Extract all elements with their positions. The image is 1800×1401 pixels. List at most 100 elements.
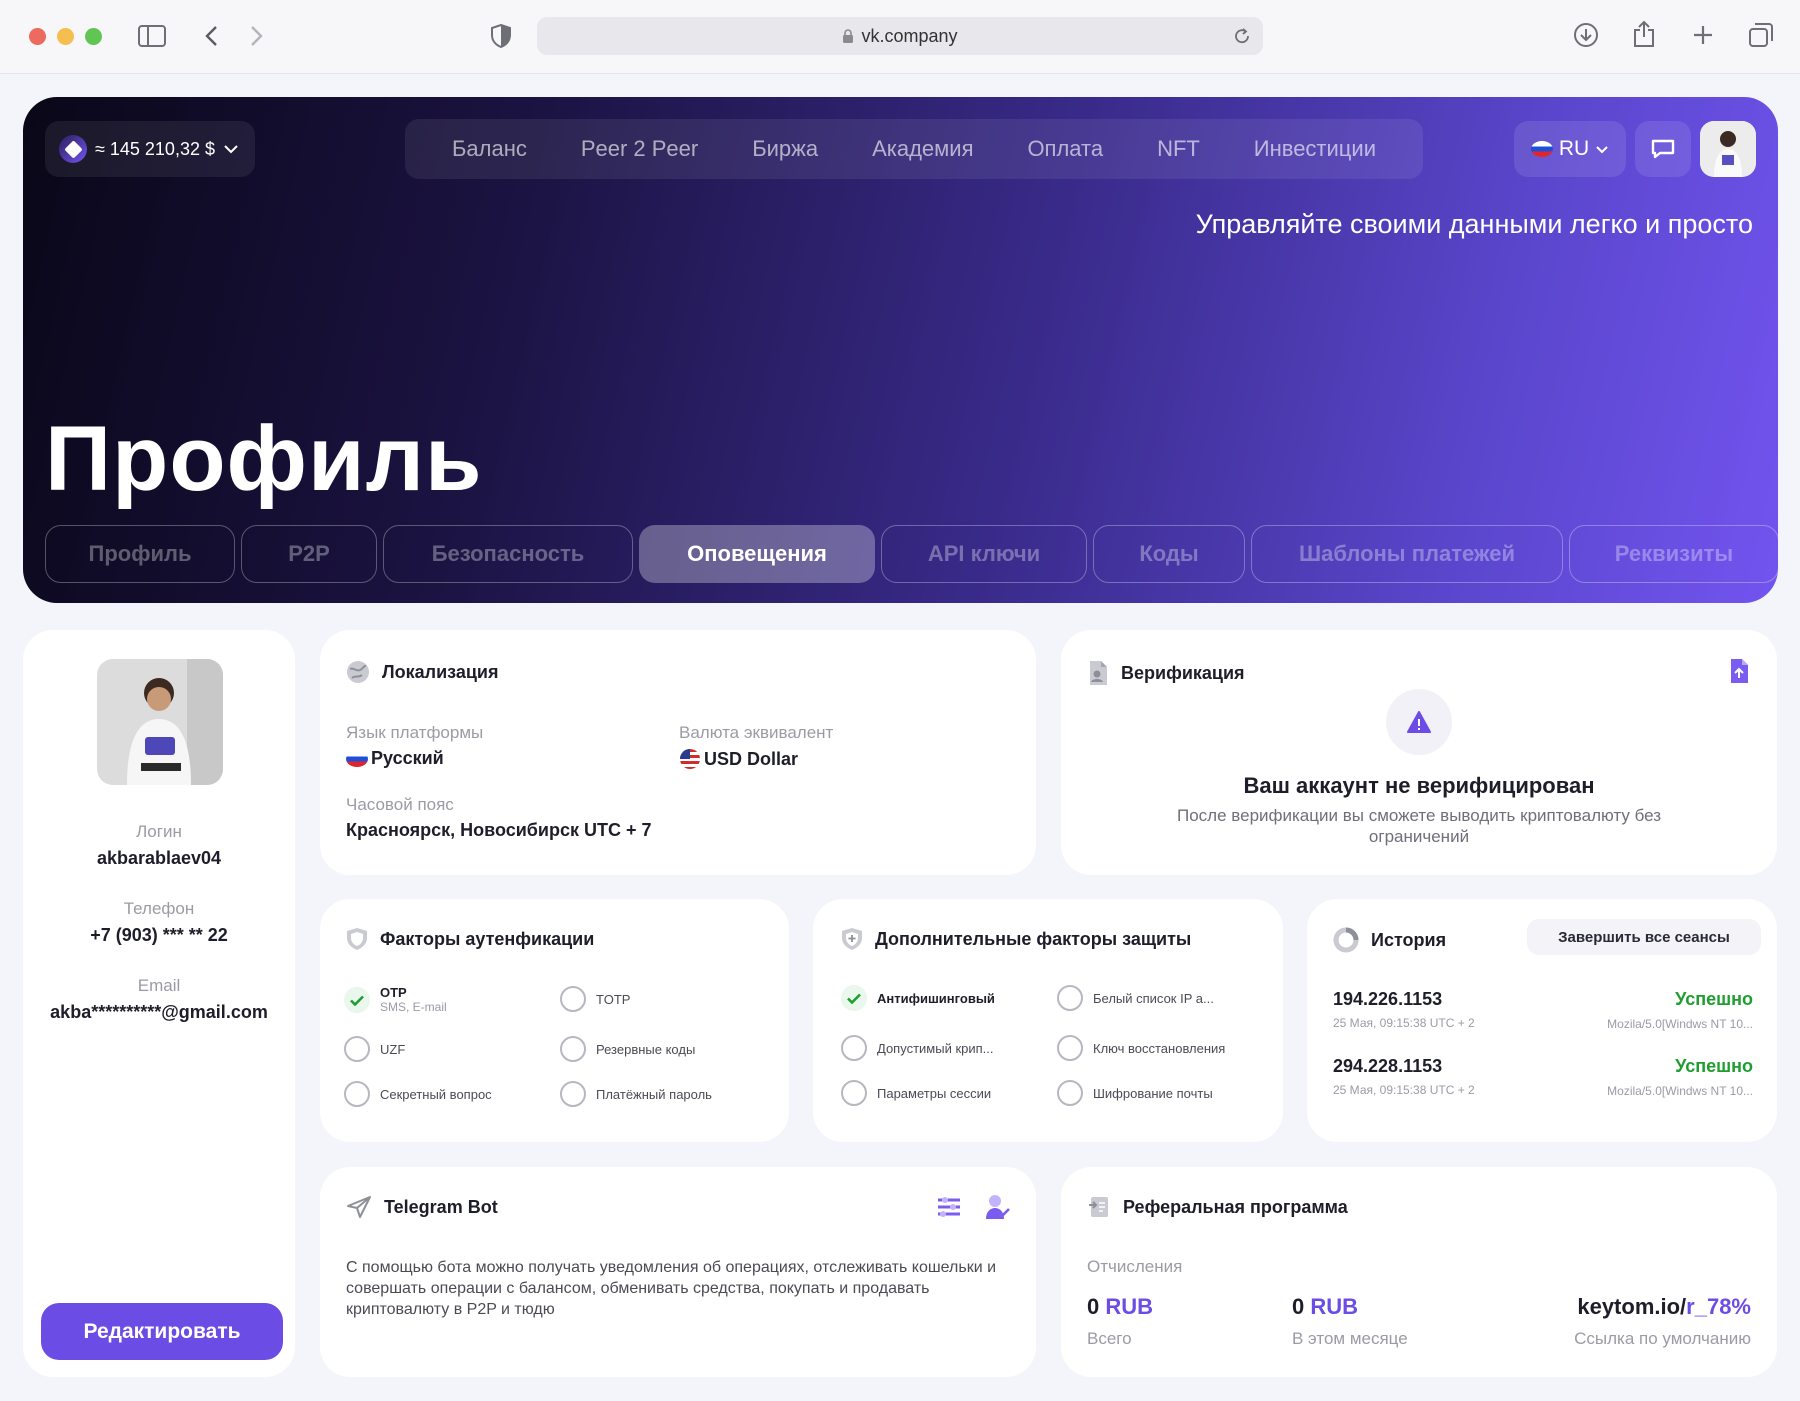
platform-language-select[interactable]: Русский xyxy=(346,748,444,769)
referral-title: Реферальная программа xyxy=(1123,1196,1348,1217)
history-icon xyxy=(1333,927,1359,953)
factor-session-params[interactable]: Параметры сессии xyxy=(841,1080,991,1106)
nav-item-payment[interactable]: Оплата xyxy=(1027,136,1103,162)
factor-allowed-crypto[interactable]: Допустимый крип... xyxy=(841,1035,994,1061)
upload-document-icon[interactable] xyxy=(1729,658,1749,684)
factor-payment-password[interactable]: Платёжный пароль xyxy=(560,1081,712,1107)
month-label: В этом месяце xyxy=(1292,1329,1408,1348)
factor-otp[interactable]: OTP SMS, E-mail xyxy=(344,985,447,1015)
profile-photo xyxy=(97,659,223,785)
radio-icon xyxy=(1057,985,1083,1011)
end-all-sessions-button[interactable]: Завершить все сеансы xyxy=(1527,919,1761,955)
tab-profile[interactable]: Профиль xyxy=(45,525,235,583)
total-label: Всего xyxy=(1087,1329,1132,1348)
factor-backup-codes[interactable]: Резервные коды xyxy=(560,1036,695,1062)
reload-icon[interactable] xyxy=(1233,27,1251,45)
user-check-icon[interactable] xyxy=(984,1193,1010,1221)
send-icon xyxy=(347,1196,371,1218)
globe-icon xyxy=(347,661,369,683)
address-bar[interactable]: vk.company xyxy=(537,17,1263,55)
tab-notifications[interactable]: Оповещения xyxy=(639,525,875,583)
flag-ru-icon xyxy=(346,750,368,767)
email-label: Email xyxy=(137,976,181,995)
tab-codes[interactable]: Коды xyxy=(1093,525,1245,583)
tab-p2p[interactable]: P2P xyxy=(241,525,377,583)
back-icon[interactable] xyxy=(204,25,218,47)
flag-us-icon xyxy=(680,749,700,769)
url-text: vk.company xyxy=(861,25,958,46)
new-tab-icon[interactable] xyxy=(1692,24,1714,46)
phone-label: Телефон xyxy=(123,899,195,918)
referral-icon xyxy=(1089,1197,1108,1217)
factor-recovery-key[interactable]: Ключ восстановления xyxy=(1057,1035,1225,1061)
nav-item-nft[interactable]: NFT xyxy=(1157,136,1200,162)
minimize-window-button[interactable] xyxy=(57,28,74,45)
chat-button[interactable] xyxy=(1635,121,1691,177)
factor-totp[interactable]: TOTP xyxy=(560,986,630,1012)
factor-ip-whitelist[interactable]: Белый список IP а... xyxy=(1057,985,1214,1011)
total-amount-value: 0 xyxy=(1087,1294,1100,1319)
auth-factors-card: Факторы аутенфикации OTP SMS, E-mail TOTP… xyxy=(320,899,789,1142)
radio-icon xyxy=(841,1080,867,1106)
zoom-window-button[interactable] xyxy=(85,28,102,45)
currency-value: USD Dollar xyxy=(704,748,799,769)
downloads-icon[interactable] xyxy=(1573,22,1599,48)
radio-icon xyxy=(841,1035,867,1061)
factor-antiphishing[interactable]: Антифишинговый xyxy=(841,985,995,1011)
browser-toolbar: vk.company xyxy=(0,0,1800,74)
nav-item-p2p[interactable]: Peer 2 Peer xyxy=(581,136,698,162)
language-selector[interactable]: RU xyxy=(1514,121,1626,177)
factor-secret-question[interactable]: Секретный вопрос xyxy=(344,1081,492,1107)
currency-select[interactable]: USD Dollar xyxy=(679,748,798,770)
document-icon xyxy=(1090,661,1107,685)
platform-language-label: Язык платформы xyxy=(346,723,484,742)
factor-uzf[interactable]: UZF xyxy=(344,1036,405,1062)
factor-payment-label: Платёжный пароль xyxy=(596,1086,712,1102)
nav-item-investments[interactable]: Инвестиции xyxy=(1254,136,1376,162)
wallet-balance: ≈ 145 210,32 $ xyxy=(95,138,215,159)
history-ip: 294.228.1153 xyxy=(1333,1056,1443,1076)
wallet-balance-selector[interactable]: ≈ 145 210,32 $ xyxy=(45,121,255,177)
tab-api-keys[interactable]: API ключи xyxy=(881,525,1087,583)
share-icon[interactable] xyxy=(1632,20,1656,48)
total-amount: 0 RUB xyxy=(1087,1294,1153,1320)
hero-banner: ≈ 145 210,32 $ Баланс Peer 2 Peer Биржа … xyxy=(23,97,1778,603)
user-avatar[interactable] xyxy=(1700,121,1756,177)
wallet-coin-icon xyxy=(59,135,87,163)
tab-overview-icon[interactable] xyxy=(1748,22,1774,48)
referral-link[interactable]: keytom.io/r_78% xyxy=(1577,1294,1751,1320)
login-label: Логин xyxy=(136,822,182,841)
phone-value: +7 (903) *** ** 22 xyxy=(90,925,228,945)
tab-requisites[interactable]: Реквизиты xyxy=(1569,525,1778,583)
factor-otp-text: OTP SMS, E-mail xyxy=(380,985,447,1015)
check-icon xyxy=(344,987,370,1013)
settings-sliders-icon[interactable] xyxy=(936,1195,962,1219)
factor-whitelist-label: Белый список IP а... xyxy=(1093,990,1214,1006)
flag-ru-icon xyxy=(1530,141,1553,157)
timezone-value[interactable]: Красноярск, Новосибирск UTC + 7 xyxy=(346,820,652,841)
telegram-card: Telegram Bot С помощью бота можно получа… xyxy=(320,1167,1036,1377)
tab-security[interactable]: Безопасность xyxy=(383,525,633,583)
history-ip: 194.226.1153 xyxy=(1333,989,1443,1009)
factor-uzf-label: UZF xyxy=(380,1041,406,1057)
auth-factors-title: Факторы аутенфикации xyxy=(380,928,595,949)
forward-icon[interactable] xyxy=(250,25,264,47)
factor-encryption-label: Шифрование почты xyxy=(1093,1085,1213,1101)
nav-item-exchange[interactable]: Биржа xyxy=(752,136,818,162)
avatar-photo xyxy=(1700,121,1756,177)
edit-profile-button[interactable]: Редактировать xyxy=(41,1303,283,1360)
close-window-button[interactable] xyxy=(29,28,46,45)
month-amount-value: 0 xyxy=(1292,1294,1305,1319)
factor-mail-encryption[interactable]: Шифрование почты xyxy=(1057,1080,1213,1106)
localization-title: Локализация xyxy=(382,661,499,682)
login-value: akbarablaev04 xyxy=(96,848,222,868)
sidebar-icon[interactable] xyxy=(138,25,166,47)
history-row: 294.228.1153 Успешно 25 Мая, 09:15:38 UT… xyxy=(1333,1056,1753,1098)
privacy-shield-icon[interactable] xyxy=(490,24,512,48)
history-status: Успешно xyxy=(1675,989,1753,1009)
nav-item-balance[interactable]: Баланс xyxy=(452,136,527,162)
tab-payment-templates[interactable]: Шаблоны платежей xyxy=(1251,525,1563,583)
nav-item-academy[interactable]: Академия xyxy=(872,136,973,162)
referral-link-prefix: keytom.io/ xyxy=(1577,1294,1687,1319)
history-agent: Mozila/5.0[Windws NT 10... xyxy=(1607,1017,1753,1031)
